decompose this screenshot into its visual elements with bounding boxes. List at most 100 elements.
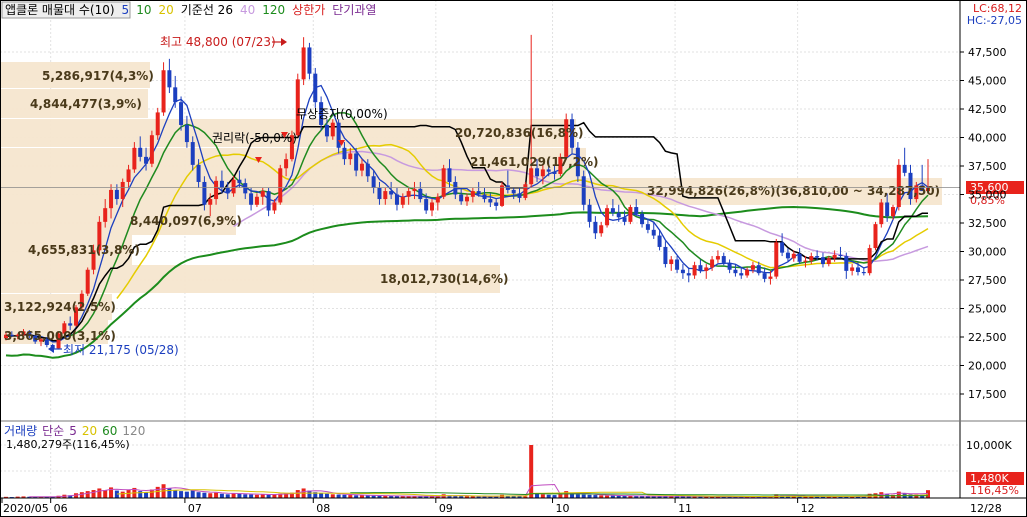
candle-body[interactable] <box>488 199 493 203</box>
candle-body[interactable] <box>394 194 399 205</box>
candle-body[interactable] <box>249 193 254 205</box>
candle-body[interactable] <box>167 70 172 88</box>
candle-body[interactable] <box>424 199 429 211</box>
candle-body[interactable] <box>715 256 720 260</box>
candle-body[interactable] <box>219 180 224 188</box>
volume-legend-item[interactable]: 단순 <box>42 424 64 438</box>
candle-body[interactable] <box>669 259 674 265</box>
candle-body[interactable] <box>120 181 125 200</box>
candle-body[interactable] <box>453 181 458 195</box>
candle-body[interactable] <box>132 147 137 170</box>
legend-item[interactable]: 기준선 26 <box>181 3 233 17</box>
candle-body[interactable] <box>441 168 446 197</box>
candle-body[interactable] <box>581 176 586 205</box>
candle-body[interactable] <box>266 191 271 211</box>
legend-item[interactable]: 20 <box>158 3 173 17</box>
candle-body[interactable] <box>774 242 779 277</box>
candle-body[interactable] <box>435 196 440 203</box>
stock-chart[interactable]: 5,286,917(4,3%) 4,844,477(3,9%) 20,720,836… <box>0 0 1027 517</box>
volume-legend-item[interactable]: 5 <box>69 424 77 438</box>
candle-body[interactable] <box>459 194 464 202</box>
candle-body[interactable] <box>365 163 370 177</box>
candle-body[interactable] <box>517 193 522 198</box>
candle-body[interactable] <box>762 273 767 279</box>
candle-body[interactable] <box>745 269 750 276</box>
candle-body[interactable] <box>879 202 884 225</box>
candle-body[interactable] <box>850 267 855 271</box>
candle-body[interactable] <box>225 187 230 194</box>
legend-item[interactable]: 5 <box>122 3 130 17</box>
candle-body[interactable] <box>756 265 761 274</box>
volume-legend-item[interactable]: 60 <box>102 424 117 438</box>
candle-body[interactable] <box>599 225 604 234</box>
candle-body[interactable] <box>657 235 662 247</box>
candle-body[interactable] <box>114 189 119 200</box>
candle-body[interactable] <box>803 260 808 262</box>
volume-legend-item[interactable]: 거래량 <box>4 424 37 438</box>
candle-body[interactable] <box>750 265 755 270</box>
candle-body[interactable] <box>254 196 259 205</box>
candle-body[interactable] <box>511 189 516 194</box>
candle-body[interactable] <box>680 269 685 274</box>
candle-body[interactable] <box>260 191 265 197</box>
candle-body[interactable] <box>126 169 131 182</box>
candle-body[interactable] <box>284 159 289 169</box>
candle-body[interactable] <box>622 217 627 222</box>
candle-body[interactable] <box>465 196 469 202</box>
candle-body[interactable] <box>149 135 154 164</box>
candle-body[interactable] <box>103 208 108 222</box>
candle-body[interactable] <box>354 153 359 171</box>
candle-body[interactable] <box>418 188 423 200</box>
candle-body[interactable] <box>400 196 405 205</box>
candle-body[interactable] <box>645 224 650 230</box>
candle-body[interactable] <box>710 259 715 268</box>
candle-body[interactable] <box>155 112 160 136</box>
candle-body[interactable] <box>861 272 866 274</box>
candle-body[interactable] <box>138 147 143 157</box>
candle-body[interactable] <box>85 269 90 294</box>
candle-body[interactable] <box>791 253 796 259</box>
candle-body[interactable] <box>389 191 394 195</box>
candle-body[interactable] <box>144 156 149 164</box>
candle-body[interactable] <box>721 256 726 263</box>
candle-body[interactable] <box>482 194 487 200</box>
candle-body[interactable] <box>529 168 534 185</box>
candle-body[interactable] <box>476 191 481 195</box>
candle-body[interactable] <box>237 179 242 184</box>
legend-item[interactable]: 앱클론 매물대 수(10) <box>5 3 115 17</box>
candle-body[interactable] <box>675 259 680 270</box>
candle-body[interactable] <box>447 168 452 182</box>
legend-item[interactable]: 상한가 <box>292 3 325 17</box>
candle-body[interactable] <box>202 181 207 205</box>
candle-body[interactable] <box>429 202 434 211</box>
legend-item[interactable]: 단기과열 <box>332 3 376 17</box>
candle-body[interactable] <box>855 267 860 273</box>
candle-body[interactable] <box>820 257 825 265</box>
candle-body[interactable] <box>902 164 907 173</box>
candle-body[interactable] <box>610 208 615 213</box>
candle-body[interactable] <box>214 180 219 200</box>
candle-body[interactable] <box>698 265 703 271</box>
candle-body[interactable] <box>890 207 895 217</box>
candle-body[interactable] <box>552 171 557 174</box>
candle-body[interactable] <box>190 142 195 165</box>
candle-body[interactable] <box>371 176 376 188</box>
candle-body[interactable] <box>359 163 364 171</box>
candle-body[interactable] <box>663 246 668 265</box>
candle-body[interactable] <box>342 147 347 160</box>
candle-body[interactable] <box>109 189 114 209</box>
candle-body[interactable] <box>838 254 843 257</box>
candle-body[interactable] <box>161 70 166 113</box>
candle-body[interactable] <box>826 258 831 265</box>
candle-body[interactable] <box>867 248 872 274</box>
candle-body[interactable] <box>523 184 528 198</box>
candle-body[interactable] <box>733 269 738 274</box>
candle-body[interactable] <box>797 253 802 262</box>
candle-body[interactable] <box>727 262 732 270</box>
candle-body[interactable] <box>272 202 277 211</box>
candle-body[interactable] <box>179 102 184 125</box>
candle-body[interactable] <box>500 185 505 206</box>
candle-body[interactable] <box>307 47 312 74</box>
legend-item[interactable]: 10 <box>136 3 151 17</box>
candle-body[interactable] <box>809 256 814 261</box>
